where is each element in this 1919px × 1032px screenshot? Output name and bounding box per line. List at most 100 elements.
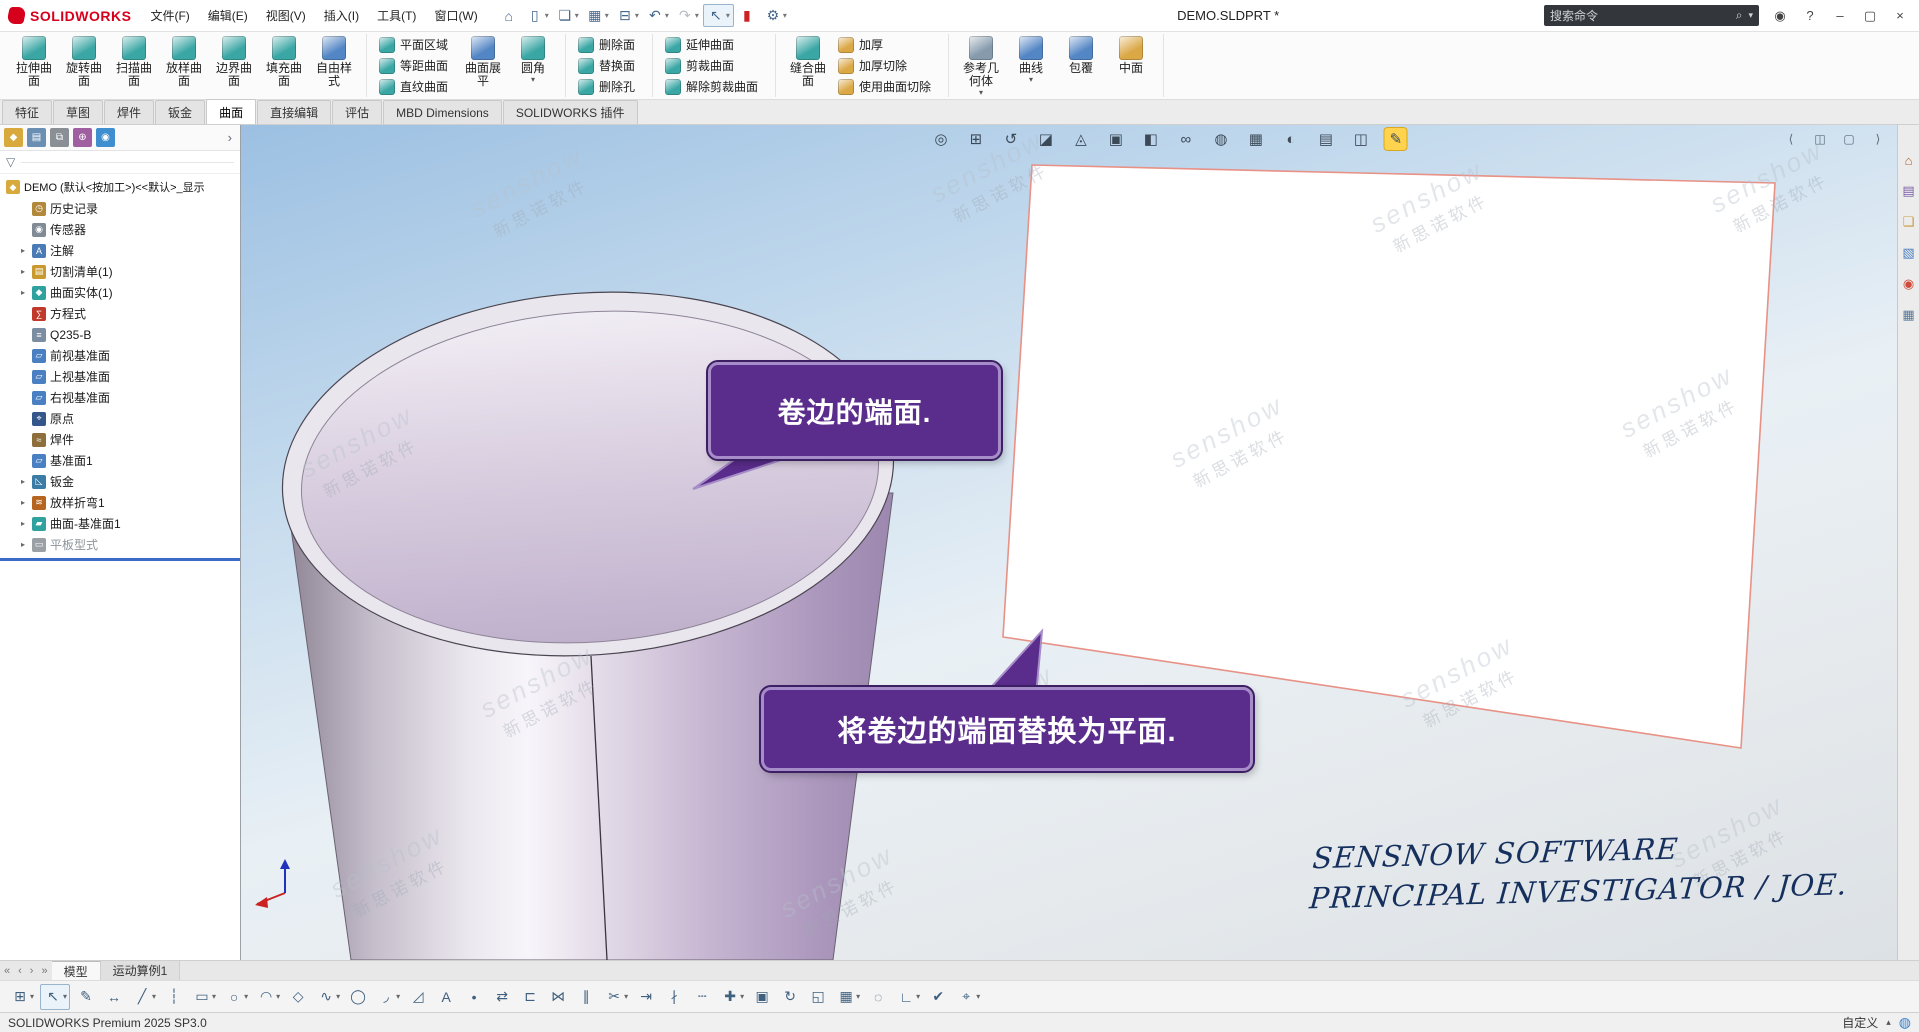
move-entities-icon[interactable]: ✚ ▾ xyxy=(718,985,746,1009)
maximize-button[interactable]: ▢ xyxy=(1855,2,1885,30)
delete-face-button[interactable]: 删除面 xyxy=(574,34,644,55)
ruled-surface-button[interactable]: 直纹曲面 xyxy=(375,76,457,97)
displaymanager-tab-icon[interactable]: ◉ xyxy=(96,128,115,147)
filter-icon[interactable]: ▽ xyxy=(6,155,15,169)
boundary-surface-button[interactable]: 边界曲面 xyxy=(210,34,258,97)
zoom-fit-icon[interactable]: ◎ xyxy=(930,128,952,150)
customize-caret-icon[interactable]: ▴ xyxy=(1886,1017,1891,1028)
tree-item-sheet-metal[interactable]: ▸ ◺ 钣金 xyxy=(0,471,240,492)
design-library-icon[interactable]: ▤ xyxy=(1902,183,1914,199)
reference-plane-surface[interactable] xyxy=(1003,165,1775,748)
cut-with-surface-button[interactable]: 使用曲面切除 xyxy=(834,76,940,97)
expand-caret-icon[interactable]: ▸ xyxy=(18,246,28,255)
edit-appearance-icon[interactable]: ◍ xyxy=(1210,128,1232,150)
tree-item-flat-pattern[interactable]: ▸ ▭ 平板型式 xyxy=(0,534,240,555)
tab-scroll-first-icon[interactable]: « xyxy=(0,965,14,977)
undo-button[interactable]: ↶ ▾ xyxy=(643,5,672,26)
dimxpertmanager-tab-icon[interactable]: ⊕ xyxy=(73,128,92,147)
fillet-button[interactable]: 圆角 ▾ xyxy=(509,34,557,97)
save-button[interactable]: ▦ ▾ xyxy=(583,5,612,26)
copy-entities-icon[interactable]: ▣ xyxy=(750,985,774,1009)
menu-item[interactable]: 视图(V) xyxy=(257,0,315,31)
mid-surface-button[interactable]: 中面 xyxy=(1107,34,1155,97)
dynamic-annotation-views-icon[interactable]: ◬ xyxy=(1070,128,1092,150)
rebuild-button[interactable]: ▮ xyxy=(735,5,760,26)
delete-hole-button[interactable]: 删除孔 xyxy=(574,76,644,97)
apply-scene-icon[interactable]: ▦ xyxy=(1245,128,1267,150)
sketch-chamfer-icon[interactable]: ◿ xyxy=(406,985,430,1009)
tree-item-material[interactable]: ≡ Q235-B xyxy=(0,324,240,345)
user-account-button[interactable]: ◉ xyxy=(1765,2,1795,30)
tab-weldments[interactable]: 焊件 xyxy=(104,100,154,124)
previous-view-icon[interactable]: ↺ xyxy=(1000,128,1022,150)
tree-item-right-plane[interactable]: ▱ 右视基准面 xyxy=(0,387,240,408)
home-button[interactable]: ⌂ xyxy=(497,6,522,26)
hide-show-items-icon[interactable]: ∞ xyxy=(1175,128,1197,150)
split-view-icon[interactable]: ◫ xyxy=(1350,128,1372,150)
redo-button[interactable]: ↷ ▾ xyxy=(673,5,702,26)
solidworks-resources-icon[interactable]: ⌂ xyxy=(1905,153,1913,168)
extend-surface-button[interactable]: 延伸曲面 xyxy=(661,34,767,55)
thicken-button[interactable]: 加厚 xyxy=(834,34,940,55)
tab-model[interactable]: 模型 xyxy=(52,961,101,980)
tab-evaluate[interactable]: 评估 xyxy=(332,100,382,124)
tree-item-front-plane[interactable]: ▱ 前视基准面 xyxy=(0,345,240,366)
rollback-bar[interactable] xyxy=(0,558,240,561)
line-icon[interactable]: ╱ ▾ xyxy=(130,985,158,1009)
appearances-icon[interactable]: ◉ xyxy=(1903,276,1914,292)
customize-label[interactable]: 自定义 xyxy=(1842,1014,1878,1031)
tab-scroll-last-icon[interactable]: » xyxy=(37,965,51,977)
offset-entities-icon[interactable]: ∥ xyxy=(574,985,598,1009)
curves-button[interactable]: 曲线 ▾ xyxy=(1007,34,1055,97)
extend-entities-icon[interactable]: ⇥ xyxy=(634,985,658,1009)
menu-item[interactable]: 窗口(W) xyxy=(425,0,486,31)
flatten-surface-button[interactable]: 曲面展平 xyxy=(459,34,507,97)
grid-snap-icon[interactable]: ⊞ ▾ xyxy=(8,985,36,1009)
sketch-relations-icon[interactable]: ∟ ▾ xyxy=(894,985,922,1009)
untrim-surface-button[interactable]: 解除剪裁曲面 xyxy=(661,76,767,97)
window-split-pane-icon[interactable]: ◫ xyxy=(1809,128,1831,150)
panel-flyout-arrow-icon[interactable]: › xyxy=(224,130,236,145)
tree-item-surface-plane1[interactable]: ▸ ▰ 曲面-基准面1 xyxy=(0,513,240,534)
graphics-area[interactable]: senshow新思诺软件 senshow新思诺软件 senshow新思诺软件 s… xyxy=(241,125,1897,960)
spline-icon[interactable]: ∿ ▾ xyxy=(314,985,342,1009)
expand-caret-icon[interactable]: ▸ xyxy=(18,498,28,507)
freeform-button[interactable]: 自由样式 xyxy=(310,34,358,97)
view-palette-icon[interactable]: ▧ xyxy=(1902,245,1914,261)
print-button[interactable]: ⊟ ▾ xyxy=(613,5,642,26)
scale-entities-icon[interactable]: ◱ xyxy=(806,985,830,1009)
repair-sketch-icon[interactable]: ✔ xyxy=(926,985,950,1009)
planar-surface-button[interactable]: 平面区域 xyxy=(375,34,457,55)
select-tool-icon[interactable]: ↖ ▾ xyxy=(40,984,70,1010)
view-settings-icon[interactable]: ◐ xyxy=(1280,128,1302,150)
command-search[interactable]: ⌕ ▾ xyxy=(1544,5,1759,26)
web-help-globe-icon[interactable]: ◍ xyxy=(1899,1014,1911,1031)
tree-item-surface-bodies[interactable]: ▸ ◆ 曲面实体(1) xyxy=(0,282,240,303)
trim-surface-button[interactable]: 剪裁曲面 xyxy=(661,55,767,76)
split-entities-icon[interactable]: ∤ xyxy=(662,985,686,1009)
configurationmanager-tab-icon[interactable]: ⧉ xyxy=(50,128,69,147)
sketch-text-icon[interactable]: A xyxy=(434,985,458,1009)
polygon-icon[interactable]: ◇ xyxy=(286,985,310,1009)
sketch-fillet-icon[interactable]: ◞ ▾ xyxy=(374,985,402,1009)
instant3d-icon[interactable]: ✎ xyxy=(1385,128,1407,150)
extrude-surface-button[interactable]: 拉伸曲面 xyxy=(10,34,58,97)
tree-item-equations[interactable]: ∑ 方程式 xyxy=(0,303,240,324)
tab-direct-editing[interactable]: 直接编辑 xyxy=(257,100,331,124)
tab-sheet-metal[interactable]: 钣金 xyxy=(155,100,205,124)
thickened-cut-button[interactable]: 加厚切除 xyxy=(834,55,940,76)
revolve-surface-button[interactable]: 旋转曲面 xyxy=(60,34,108,97)
intersection-curve-icon[interactable]: ⋈ xyxy=(546,985,570,1009)
tab-sketch[interactable]: 草图 xyxy=(53,100,103,124)
wrap-button[interactable]: 包覆 xyxy=(1057,34,1105,97)
construction-geometry-icon[interactable]: ┄ xyxy=(690,985,714,1009)
close-button[interactable]: × xyxy=(1885,2,1915,30)
circular-pattern-icon[interactable]: ◌ xyxy=(866,985,890,1009)
propertymanager-tab-icon[interactable]: ▤ xyxy=(27,128,46,147)
menu-item[interactable]: 插入(I) xyxy=(315,0,368,31)
tab-scroll-prev-icon[interactable]: ‹ xyxy=(14,965,26,977)
circle-icon[interactable]: ○ ▾ xyxy=(222,985,250,1009)
minimize-button[interactable]: – xyxy=(1825,2,1855,30)
arc-icon[interactable]: ◠ ▾ xyxy=(254,985,282,1009)
ellipse-icon[interactable]: ◯ xyxy=(346,985,370,1009)
